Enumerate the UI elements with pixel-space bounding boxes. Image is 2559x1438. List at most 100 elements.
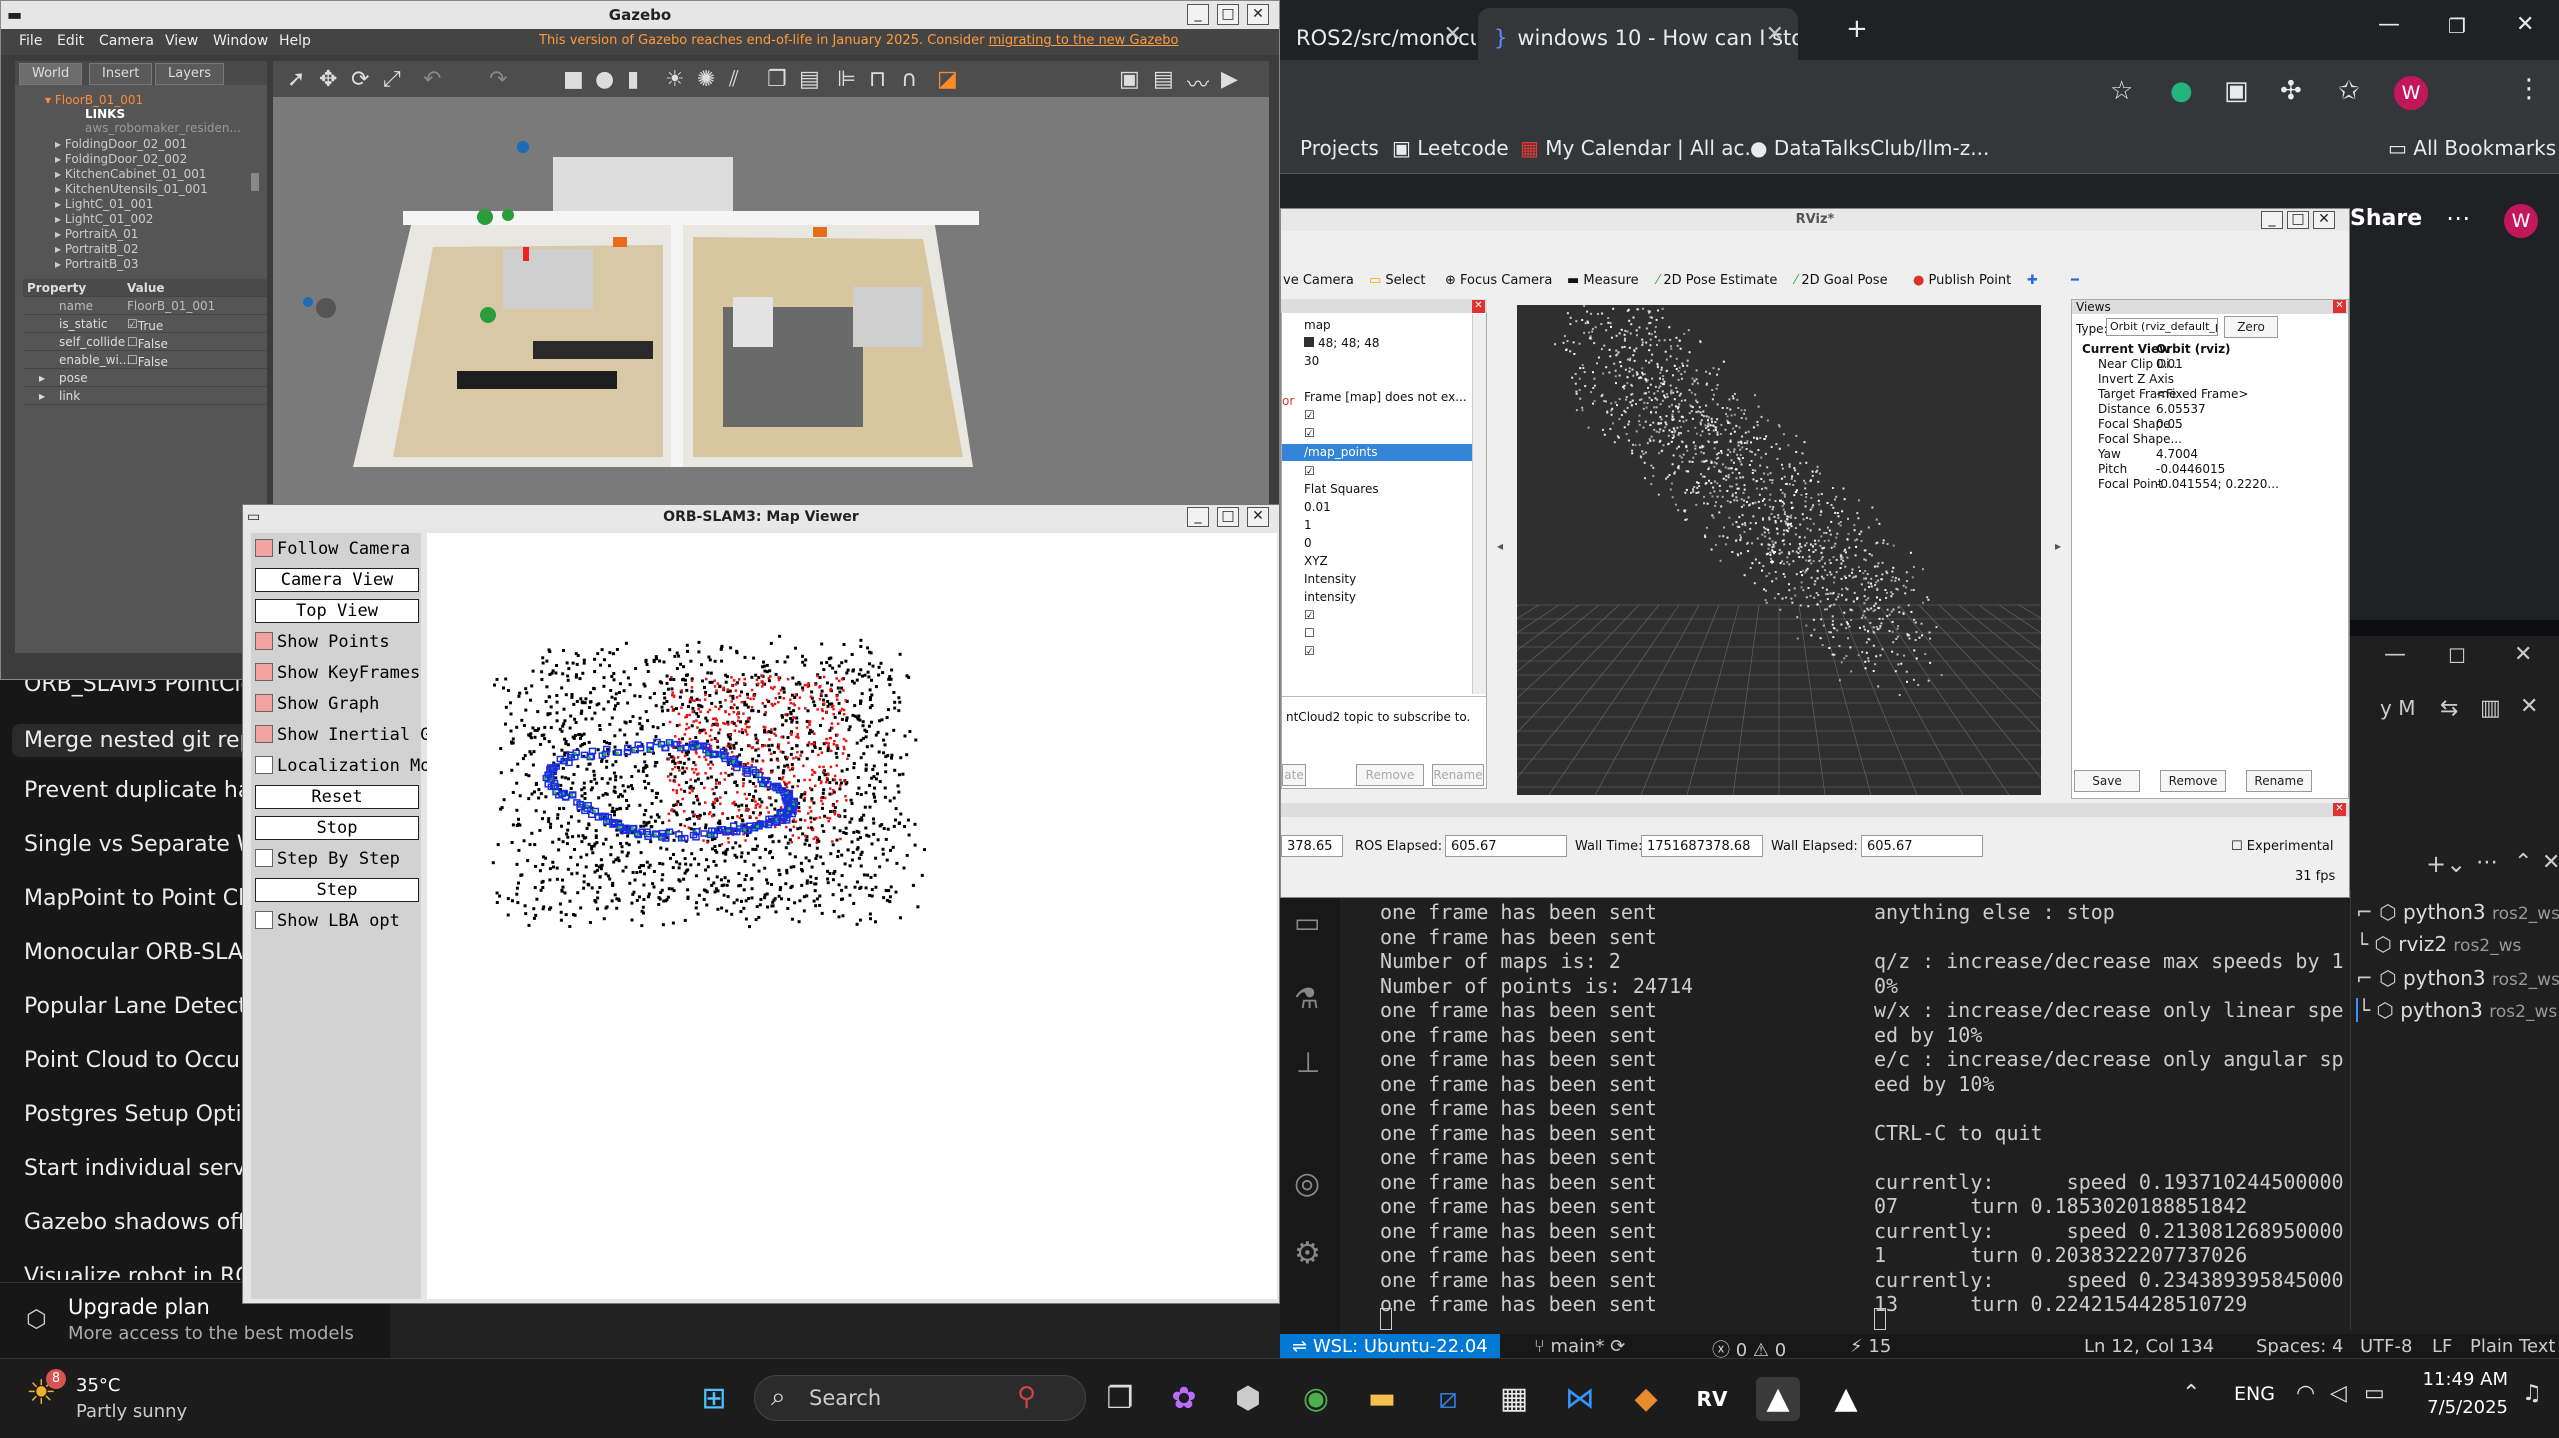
view-angle-icon[interactable]: ◪ xyxy=(937,67,958,92)
collapse-left-icon[interactable]: ◂ xyxy=(1497,539,1503,553)
snap-icon[interactable]: ⊓ xyxy=(869,67,886,92)
minimize-icon[interactable]: _ xyxy=(2261,211,2283,229)
linux-app-icon[interactable]: ▲ xyxy=(1756,1377,1800,1421)
property-row[interactable]: name FloorB_01_001 xyxy=(23,297,267,315)
display-value[interactable]: intensity xyxy=(1304,590,1356,604)
map-viewer-canvas[interactable] xyxy=(427,533,1277,1299)
remote-explorer-icon[interactable]: ▭ xyxy=(1294,906,1320,939)
display-value[interactable]: map xyxy=(1304,318,1331,332)
ubuntu-app-icon[interactable]: ◆ xyxy=(1624,1377,1668,1421)
maximize-icon[interactable]: ☐ xyxy=(2448,644,2466,668)
terminal-tab-active[interactable]: └ ⬡ python3 ros2_ws xyxy=(2356,998,2557,1022)
linux-app-icon[interactable]: ▲ xyxy=(1824,1377,1868,1421)
display-value[interactable]: Intensity xyxy=(1304,572,1356,586)
view-property-row[interactable]: Pitch -0.0446015 xyxy=(2076,462,2346,477)
terminal-tab[interactable]: └ ⬡ rviz2 ros2_ws xyxy=(2356,932,2521,956)
terminal-app-icon[interactable]: ⧄ xyxy=(1426,1377,1470,1421)
tree-item[interactable]: ▸ KitchenCabinet_01_001 xyxy=(55,167,207,181)
cylinder-icon[interactable]: ▮ xyxy=(627,67,639,92)
language-indicator[interactable]: ENG xyxy=(2234,1383,2275,1405)
translate-icon[interactable]: ✥ xyxy=(319,67,337,92)
cursor-position[interactable]: Ln 12, Col 134 xyxy=(2084,1336,2214,1357)
orb-button[interactable]: Top View xyxy=(255,599,419,623)
display-value[interactable]: Flat Squares xyxy=(1304,482,1379,496)
avatar[interactable]: W xyxy=(2504,204,2538,238)
selected-row[interactable]: /map_points xyxy=(1282,444,1472,461)
collapse-right-icon[interactable]: ▸ xyxy=(2055,539,2061,553)
add-terminal-icon[interactable]: +⌄ xyxy=(2426,850,2466,878)
checkbox[interactable]: ☑ xyxy=(1304,608,1315,622)
close-icon[interactable]: ✕ xyxy=(1444,22,1462,47)
view-property-row[interactable]: Target Frame <Fixed Frame> xyxy=(2076,387,2346,402)
undo-icon[interactable]: ↶ xyxy=(423,67,441,92)
display-value[interactable]: 48; 48; 48 xyxy=(1304,336,1380,350)
orb-checkbox[interactable]: Show KeyFrames xyxy=(255,663,420,687)
property-row[interactable]: ▸ pose xyxy=(23,369,267,387)
close-icon[interactable]: ✕ xyxy=(2313,211,2335,229)
testing-icon[interactable]: ⚗ xyxy=(1294,982,1319,1015)
tree-item[interactable]: ▸ FoldingDoor_02_001 xyxy=(55,137,187,151)
spot-light-icon[interactable]: ✺ xyxy=(697,67,715,92)
taskbar-search[interactable]: ⌕ Search ⚲ xyxy=(754,1375,1086,1421)
remove-button[interactable]: Remove xyxy=(1356,764,1424,786)
tool-measure[interactable]: ▬ Measure xyxy=(1567,273,1639,288)
orb-checkbox[interactable]: Show LBA opt xyxy=(255,911,400,935)
property-row[interactable]: self_collide ☐ False xyxy=(23,333,267,351)
chrome-tab-ros2[interactable]: ROS2/src/monocu ✕ xyxy=(1280,8,1476,60)
orb-button[interactable]: Stop xyxy=(255,816,419,840)
experimental-checkbox[interactable]: ☐ Experimental xyxy=(2231,839,2334,854)
chevron-up-icon[interactable]: ⌃ xyxy=(2514,850,2532,875)
tree-item[interactable]: ▸ FoldingDoor_02_002 xyxy=(55,152,187,166)
close-icon[interactable]: ✕ xyxy=(1247,507,1269,527)
avatar[interactable]: W xyxy=(2394,76,2428,110)
all-bookmarks[interactable]: ▭ All Bookmarks xyxy=(2388,136,2556,160)
bookmark-leetcode[interactable]: ▣ Leetcode xyxy=(1392,136,1509,160)
align-icon[interactable]: ⊫ xyxy=(837,67,856,92)
terminal-tab[interactable]: ⌐ ⬡ python3 ros2_ws xyxy=(2356,900,2559,924)
close-icon[interactable]: ✕ xyxy=(2514,642,2532,667)
chrome-icon[interactable]: ◉ xyxy=(1294,1377,1338,1421)
puzzle-icon[interactable]: ✣ xyxy=(2280,76,2302,106)
display-value[interactable]: 1 xyxy=(1304,518,1312,532)
menu-view[interactable]: View xyxy=(165,33,198,49)
tree-item[interactable]: LINKS xyxy=(85,107,125,121)
remote-indicator[interactable]: ⇌ WSL: Ubuntu-22.04 xyxy=(1280,1334,1500,1360)
remove-tool-icon[interactable]: ━ xyxy=(2071,273,2079,288)
tree-item[interactable]: ▸ PortraitB_03 xyxy=(55,257,138,271)
paste-icon[interactable]: ▤ xyxy=(799,67,820,92)
display-value[interactable]: Frame [map] does not ex... xyxy=(1304,390,1467,404)
close-panel-icon[interactable]: ✕ xyxy=(2520,694,2538,719)
checkbox[interactable]: ☐ xyxy=(1304,626,1315,640)
redo-icon[interactable]: ↷ xyxy=(489,67,507,92)
close-icon[interactable]: ✕ xyxy=(1247,4,1269,25)
tab-layers[interactable]: Layers xyxy=(155,63,225,85)
chevron-up-icon[interactable]: ⌃ xyxy=(2182,1381,2200,1406)
remove-view-button[interactable]: Remove xyxy=(2160,770,2226,792)
view-property-row[interactable]: Focal Shape... xyxy=(2076,432,2346,447)
task-view-icon[interactable]: ❐ xyxy=(1098,1377,1142,1421)
close-icon[interactable]: ✕ xyxy=(1766,22,1784,47)
display-value[interactable]: 30 xyxy=(1304,354,1319,368)
share-button[interactable]: Share xyxy=(2350,206,2422,231)
battery-icon[interactable]: ▭ xyxy=(2364,1381,2385,1406)
close-window-icon[interactable]: ✕ xyxy=(2516,12,2534,37)
zero-button[interactable]: Zero xyxy=(2224,316,2278,338)
view-property-row[interactable]: Current View Orbit (rviz) xyxy=(2076,342,2346,357)
menu-file[interactable]: File xyxy=(19,33,42,49)
more-icon[interactable]: ⋯ xyxy=(2476,850,2498,875)
tree-item[interactable]: ▸ PortraitA_01 xyxy=(55,227,138,241)
view-type-select[interactable]: Orbit (rviz_default_p xyxy=(2106,318,2218,336)
minimize-icon[interactable]: _ xyxy=(1187,507,1209,527)
orb-button[interactable]: Step xyxy=(255,878,419,902)
more-icon[interactable]: ⋮ xyxy=(2516,74,2542,104)
terminal-left[interactable]: one frame has been sent one frame has bee… xyxy=(1380,900,1693,1317)
box-icon[interactable]: ■ xyxy=(563,67,584,92)
eol-link[interactable]: migrating to the new Gazebo xyxy=(989,33,1179,48)
rename-button[interactable]: Rename xyxy=(1432,764,1484,786)
clock-date[interactable]: 7/5/2025 xyxy=(2420,1397,2508,1418)
tool-2d-goal-pose[interactable]: ⁄ 2D Goal Pose xyxy=(1795,273,1888,288)
settings-gear-icon[interactable]: ⚙ xyxy=(1294,1236,1321,1271)
menu-edit[interactable]: Edit xyxy=(57,33,84,49)
language-mode[interactable]: Plain Text xyxy=(2470,1336,2555,1357)
maximize-icon[interactable]: □ xyxy=(2287,211,2309,229)
